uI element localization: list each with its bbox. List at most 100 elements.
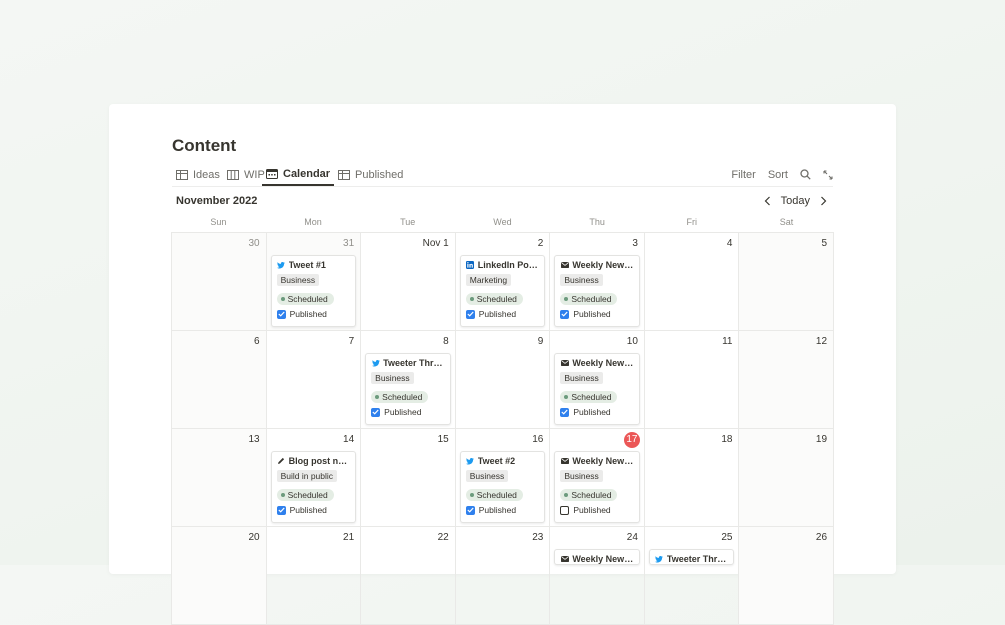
calendar-day-cell[interactable]: 16 Tweet #2 Business Scheduled Published xyxy=(455,429,551,527)
day-number: 5 xyxy=(821,238,828,249)
card-title: Weekly Newsl... xyxy=(560,358,634,368)
calendar-week-row: 6 7 8 Tweeter Threa... Business Scheduled Publ… xyxy=(172,331,835,429)
calendar-day-cell[interactable]: Nov 1 xyxy=(361,233,456,331)
calendar-day-cell[interactable]: 4 xyxy=(644,233,740,331)
published-checkbox[interactable] xyxy=(465,309,475,319)
content-card[interactable]: Tweeter Threa... xyxy=(648,549,735,565)
calendar-day-cell[interactable]: 24 Weekly Newsl... xyxy=(550,527,645,625)
calendar-day-cell[interactable]: 21 xyxy=(266,527,362,625)
calendar-day-cell[interactable]: 22 xyxy=(361,527,456,625)
calendar-day-cell[interactable]: 23 xyxy=(455,527,551,625)
published-label: Published xyxy=(478,309,517,319)
calendar-day-cell[interactable]: 2 LinkedIn Post #1 Marketing Scheduled Publi… xyxy=(455,233,551,331)
published-checkbox[interactable] xyxy=(560,505,570,515)
weekday-label: Sat xyxy=(779,217,794,227)
day-number: 4 xyxy=(726,238,733,249)
content-card[interactable]: Blog post num... Build in public Scheduled… xyxy=(270,451,357,523)
weekday-header: Sun Mon Tue Wed Thu Fri Sat xyxy=(171,214,834,232)
day-number: 12 xyxy=(815,336,828,347)
view-toolbar: Filter Sort xyxy=(719,164,833,185)
card-icon xyxy=(560,359,569,368)
calendar-day-cell[interactable]: 19 xyxy=(739,429,835,527)
card-title-text: Weekly Newsl... xyxy=(572,456,634,466)
calendar-day-cell[interactable]: 8 Tweeter Threa... Business Scheduled Publis… xyxy=(361,331,456,429)
card-title-text: Tweeter Threa... xyxy=(666,554,729,564)
published-property: Published xyxy=(560,407,634,417)
tag-badge: Build in public xyxy=(276,470,338,482)
tab-wip[interactable]: WIP xyxy=(227,164,265,185)
published-checkbox[interactable] xyxy=(560,407,570,417)
published-checkbox[interactable] xyxy=(276,309,286,319)
content-card[interactable]: Weekly Newsl... Business Scheduled Publishe… xyxy=(554,255,640,327)
calendar-day-cell[interactable]: 18 xyxy=(644,429,740,527)
day-number: 14 xyxy=(343,434,355,445)
published-label: Published xyxy=(573,505,611,515)
card-icon xyxy=(560,261,569,270)
day-number: 30 xyxy=(248,238,260,249)
published-property: Published xyxy=(465,309,540,319)
calendar-day-cell[interactable]: 15 xyxy=(361,429,456,527)
card-title-text: Weekly Newsl... xyxy=(572,260,634,270)
today-button[interactable]: Today xyxy=(781,195,810,207)
content-card[interactable]: Weekly Newsl... Business Scheduled Publishe… xyxy=(554,451,640,523)
card-icon xyxy=(560,555,569,564)
tab-ideas[interactable]: Ideas xyxy=(176,164,220,185)
tab-label: Calendar xyxy=(283,168,331,180)
calendar-day-cell[interactable]: 9 xyxy=(455,331,551,429)
tab-calendar[interactable]: Calendar xyxy=(262,164,335,186)
calendar-day-cell[interactable]: 30 xyxy=(172,233,267,331)
weekday-label: Sun xyxy=(210,217,227,227)
day-number: 11 xyxy=(722,336,733,347)
calendar-day-cell[interactable]: 26 xyxy=(739,527,835,625)
tab-published[interactable]: Published xyxy=(338,164,403,185)
published-checkbox[interactable] xyxy=(276,505,286,515)
day-number: 7 xyxy=(348,336,355,347)
calendar-day-cell[interactable]: 10 Weekly Newsl... Business Scheduled Publis… xyxy=(550,331,645,429)
status-badge: Scheduled xyxy=(276,489,334,501)
published-label: Published xyxy=(289,505,327,515)
next-month-button[interactable] xyxy=(816,194,830,208)
content-card[interactable]: Tweeter Threa... Business Scheduled Publish… xyxy=(365,353,451,425)
status-dot xyxy=(469,493,474,497)
content-card[interactable]: Tweet #1 Business Scheduled Published xyxy=(270,255,357,327)
calendar-day-cell[interactable]: 6 xyxy=(172,331,267,429)
tag-badge: Business xyxy=(465,470,509,482)
calendar-day-cell[interactable]: 3 Weekly Newsl... Business Scheduled Publish… xyxy=(550,233,645,331)
card-title: Weekly Newsl... xyxy=(560,260,634,270)
calendar-day-cell[interactable]: 13 xyxy=(172,429,267,527)
check-icon xyxy=(467,311,474,317)
prev-month-button[interactable] xyxy=(761,194,775,208)
published-property: Published xyxy=(276,309,351,319)
content-card[interactable]: Weekly Newsl... xyxy=(554,549,640,565)
calendar-day-cell[interactable]: 20 xyxy=(172,527,267,625)
calendar-day-cell[interactable]: 25 Tweeter Threa... xyxy=(644,527,740,625)
calendar-day-cell[interactable]: 14 Blog post num... Build in public Schedul… xyxy=(266,429,362,527)
filter-button[interactable]: Filter xyxy=(731,169,755,181)
card-icon xyxy=(655,555,664,564)
calendar-day-cell[interactable]: 17 Weekly Newsl... Business Scheduled Publis… xyxy=(550,429,645,527)
calendar-week-row: 20 21 22 23 24 Weekly Newsl... 25 Tweeter Threa… xyxy=(172,527,835,625)
published-checkbox[interactable] xyxy=(371,407,381,417)
published-property: Published xyxy=(371,407,445,417)
calendar-day-cell[interactable]: 11 xyxy=(644,331,740,429)
calendar-icon xyxy=(266,169,278,179)
content-card[interactable]: LinkedIn Post #1 Marketing Scheduled Publis… xyxy=(459,255,546,327)
search-button[interactable] xyxy=(800,169,811,180)
content-card[interactable]: Weekly Newsl... Business Scheduled Publishe… xyxy=(554,353,640,425)
expand-button[interactable] xyxy=(823,169,833,180)
tag-badge: Business xyxy=(371,372,414,384)
day-number: 3 xyxy=(632,238,638,249)
calendar-day-cell[interactable]: 31 Tweet #1 Business Scheduled Published xyxy=(266,233,362,331)
calendar-day-cell[interactable]: 12 xyxy=(739,331,835,429)
weekday-label: Wed xyxy=(493,217,512,227)
status-label: Scheduled xyxy=(476,490,517,500)
published-checkbox[interactable] xyxy=(465,505,475,515)
published-checkbox[interactable] xyxy=(560,309,570,319)
sort-button[interactable]: Sort xyxy=(768,169,788,181)
calendar-day-cell[interactable]: 5 xyxy=(739,233,835,331)
calendar-weeks: 30 31 Tweet #1 Business Scheduled Published No… xyxy=(171,232,835,625)
calendar-day-cell[interactable]: 7 xyxy=(266,331,362,429)
chevron-right-icon xyxy=(820,196,826,206)
content-card[interactable]: Tweet #2 Business Scheduled Published xyxy=(459,451,546,523)
day-number: 25 xyxy=(721,532,733,543)
